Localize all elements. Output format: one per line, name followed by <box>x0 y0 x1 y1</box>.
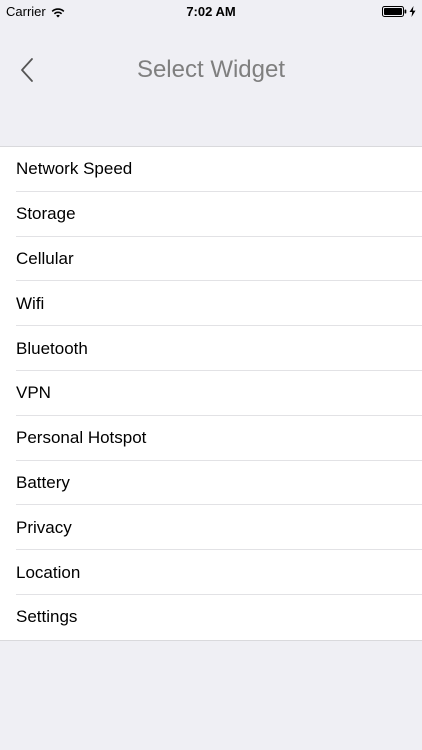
list-item-label: Wifi <box>16 293 45 313</box>
widget-item-location[interactable]: Location <box>0 550 422 595</box>
list-item-label: VPN <box>16 383 51 403</box>
list-item-label: Network Speed <box>16 159 133 179</box>
list-item-label: Location <box>16 562 81 582</box>
list-item-label: Storage <box>16 204 76 224</box>
list-item-label: Personal Hotspot <box>16 428 147 448</box>
list-item-label: Cellular <box>16 248 74 268</box>
navigation-bar: Select Widget <box>0 22 422 118</box>
widget-item-privacy[interactable]: Privacy <box>0 505 422 550</box>
screen: Carrier 7:02 AM Select Widget Network Sp… <box>0 0 422 750</box>
battery-icon <box>382 5 407 17</box>
widget-item-storage[interactable]: Storage <box>0 192 422 237</box>
widget-item-network-speed[interactable]: Network Speed <box>0 147 422 192</box>
widget-item-vpn[interactable]: VPN <box>0 371 422 416</box>
widget-item-cellular[interactable]: Cellular <box>0 237 422 282</box>
list-item-label: Bluetooth <box>16 338 88 358</box>
status-time: 7:02 AM <box>186 4 236 19</box>
widget-item-bluetooth[interactable]: Bluetooth <box>0 326 422 371</box>
widget-item-settings[interactable]: Settings <box>0 595 422 640</box>
list-item-label: Battery <box>16 472 70 492</box>
status-right <box>382 5 416 17</box>
list-item-label: Settings <box>16 607 78 627</box>
widget-item-battery[interactable]: Battery <box>0 461 422 506</box>
widget-list: Network Speed Storage Cellular Wifi Blue… <box>0 146 422 641</box>
widget-item-wifi[interactable]: Wifi <box>0 281 422 326</box>
widget-item-personal-hotspot[interactable]: Personal Hotspot <box>0 416 422 461</box>
page-title: Select Widget <box>136 56 286 83</box>
charging-bolt-icon <box>409 5 416 17</box>
list-item-label: Privacy <box>16 517 72 537</box>
status-bar: Carrier 7:02 AM <box>0 0 422 22</box>
